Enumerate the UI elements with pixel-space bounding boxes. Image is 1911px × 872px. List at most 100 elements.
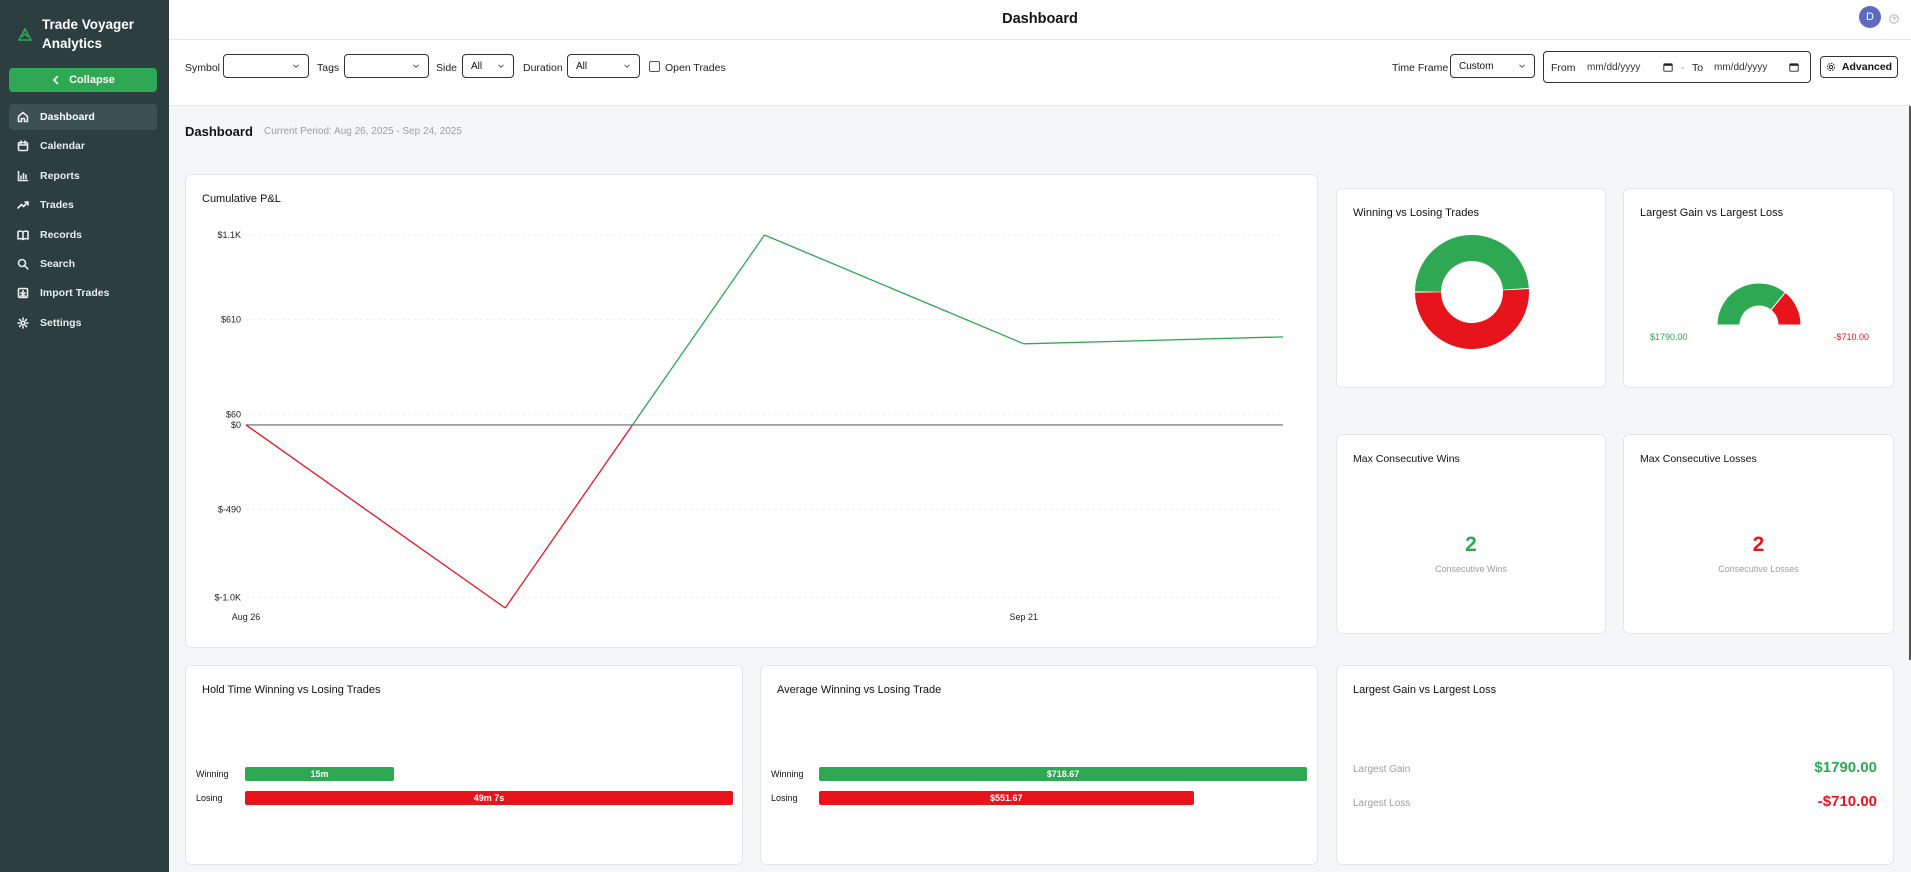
sidebar-item-label: Trades: [40, 199, 74, 212]
sidebar-item-import-trades[interactable]: Import Trades: [9, 280, 157, 306]
timeframe-label: Time Frame: [1392, 62, 1449, 74]
chevron-left-icon: [52, 75, 59, 85]
bar-losing: $551.67: [819, 791, 1194, 805]
sidebar-item-search[interactable]: Search: [9, 251, 157, 277]
sidebar-item-label: Search: [40, 257, 76, 270]
sidebar-item-reports[interactable]: Reports: [9, 163, 157, 189]
consecutive-losses-value: 2: [1752, 533, 1765, 556]
card-title: Hold Time Winning vs Losing Trades: [202, 684, 381, 696]
calendar-icon[interactable]: [1789, 62, 1799, 72]
max-consecutive-losses-card: Max Consecutive Losses 2 Consecutive Los…: [1623, 434, 1894, 634]
tags-select[interactable]: [344, 54, 429, 78]
symbol-label: Symbol: [185, 62, 221, 74]
book-icon: [17, 229, 29, 240]
calendar-icon: [17, 140, 29, 152]
card-title: Max Consecutive Losses: [1640, 453, 1757, 465]
sidebar-item-dashboard[interactable]: Dashboard: [9, 104, 157, 130]
cumulative-pnl-card: Cumulative P&L $1.1K $610 $60 $0 $-490 $-1.0K…: [185, 174, 1318, 648]
hold-time-card: Hold Time Winning vs Losing Trades Winni…: [185, 665, 743, 865]
top-header: Dashboard D: [169, 0, 1911, 40]
import-icon: [17, 288, 29, 299]
card-title: Average Winning vs Losing Trade: [777, 684, 942, 696]
card-title: Max Consecutive Wins: [1353, 453, 1460, 465]
side-label: Side: [436, 62, 458, 74]
win-loss-donut-chart: [1415, 234, 1529, 350]
largest-loss-value: -$710.00: [1817, 793, 1877, 810]
bar-chart-icon: [17, 170, 29, 182]
to-label: To: [1692, 62, 1704, 74]
gain-loss-gauge-card: Largest Gain vs Largest Loss $1790.00 -$7…: [1623, 188, 1894, 388]
cumulative-pnl-chart: $1.1K $610 $60$0 $-490 $-1.0K Aug 26 Sep 21: [214, 230, 1284, 622]
bar-label-losing: Losing: [196, 793, 223, 803]
donut-slice-winning: [1415, 234, 1529, 292]
bar-value-winning: $718.67: [1046, 769, 1080, 779]
timeframe-select-value: Custom: [1459, 60, 1494, 72]
current-period: Current Period: Aug 26, 2025 - Sep 24, 2…: [264, 126, 462, 137]
bar-value-winning: 15m: [310, 769, 329, 779]
gauge-segment-gain: [1716, 282, 1787, 326]
symbol-select[interactable]: [223, 54, 309, 78]
bar-value-losing: 49m 7s: [473, 793, 505, 803]
sidebar-item-trades[interactable]: Trades: [9, 192, 157, 218]
largest-gain-value: $1790.00: [1814, 759, 1877, 776]
avatar[interactable]: D: [1859, 6, 1881, 28]
from-label: From: [1551, 62, 1576, 74]
sidebar-item-label: Reports: [40, 169, 80, 182]
sidebar-item-calendar[interactable]: Calendar: [9, 133, 157, 159]
date-range: From mm/dd/yyyy - To mm/dd/yyyy: [1543, 51, 1811, 83]
duration-label: Duration: [523, 62, 563, 74]
series-line-segment: [631, 234, 766, 426]
collapse-button[interactable]: Collapse: [9, 68, 157, 92]
advanced-label: Advanced: [1841, 61, 1893, 73]
trending-up-icon: [17, 201, 29, 209]
series-line-segment: [1023, 336, 1284, 345]
advanced-button[interactable]: Advanced: [1820, 56, 1898, 78]
to-date-input[interactable]: mm/dd/yyyy: [1714, 62, 1767, 73]
open-trades-label: Open Trades: [665, 62, 726, 74]
series-line-segment: [764, 234, 1025, 345]
duration-select[interactable]: All: [567, 54, 640, 78]
sidebar-item-label: Records: [40, 228, 83, 241]
sidebar-item-label: Import Trades: [40, 287, 110, 300]
series-line-segment: [245, 424, 506, 609]
side-select[interactable]: All: [462, 54, 514, 78]
card-title: Largest Gain vs Largest Loss: [1353, 684, 1497, 696]
y-tick-label: $610: [221, 315, 241, 325]
duration-select-value: All: [576, 60, 588, 72]
timeframe-select[interactable]: Custom: [1450, 54, 1535, 78]
help-icon[interactable]: [1889, 14, 1899, 24]
consecutive-wins-caption: Consecutive Wins: [1434, 564, 1508, 574]
x-tick-label: Aug 26: [232, 612, 261, 622]
avg-trade-card: Average Winning vs Losing Trade Winning …: [760, 665, 1318, 865]
collapse-label: Collapse: [69, 74, 115, 86]
sidebar-item-label: Dashboard: [40, 111, 95, 123]
bar-value-losing: $551.67: [990, 793, 1023, 803]
from-date-input[interactable]: mm/dd/yyyy: [1587, 62, 1640, 73]
home-icon: [17, 111, 29, 123]
tags-label: Tags: [317, 62, 340, 74]
bar-label-winning: Winning: [196, 769, 229, 779]
largest-loss-label: Largest Loss: [1353, 798, 1411, 809]
logo-icon: [18, 28, 32, 41]
bar-winning: $718.67: [819, 767, 1307, 781]
brand: Trade Voyager Analytics: [0, 0, 169, 58]
chevron-down-icon: [413, 64, 419, 69]
y-tick-label: $60: [226, 410, 241, 420]
sidebar-nav: Dashboard Calendar Reports Trades Record…: [9, 104, 157, 339]
gear-icon: [1826, 62, 1836, 72]
sidebar-item-settings[interactable]: Settings: [9, 310, 157, 336]
sidebar-item-records[interactable]: Records: [9, 222, 157, 248]
chevron-down-icon: [624, 64, 630, 69]
largest-gain-label: Largest Gain: [1353, 764, 1411, 775]
gauge-label-gain: $1790.00: [1650, 332, 1688, 342]
section-heading: Dashboard: [185, 124, 253, 139]
gauge-label-loss: -$710.00: [1833, 332, 1869, 342]
largest-gain-loss-card: Largest Gain vs Largest Loss Largest Gai…: [1336, 665, 1894, 865]
gain-loss-gauge-chart: $1790.00 -$710.00: [1650, 282, 1869, 342]
open-trades-checkbox[interactable]: [649, 61, 660, 72]
app-name-line1: Trade Voyager: [42, 17, 135, 32]
consecutive-wins-value: 2: [1465, 533, 1477, 556]
sidebar-item-label: Calendar: [40, 140, 85, 153]
calendar-icon[interactable]: [1663, 62, 1673, 72]
app-name-line2: Analytics: [42, 36, 103, 51]
